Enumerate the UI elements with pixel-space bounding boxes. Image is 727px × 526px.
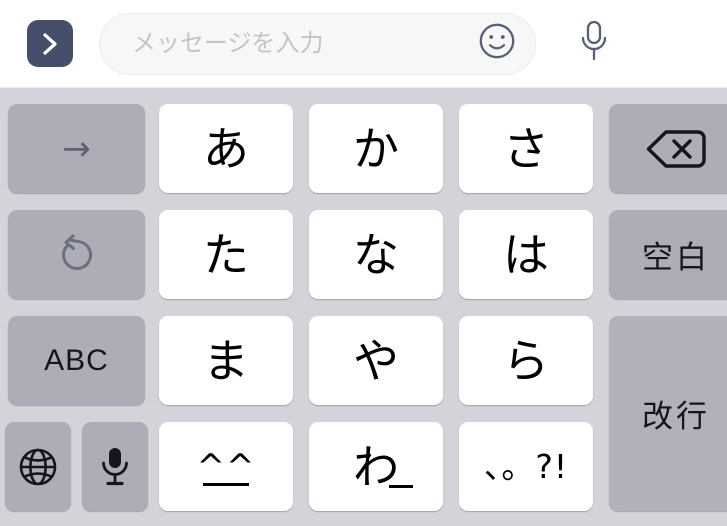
smiley-face-icon	[477, 21, 517, 66]
globe-icon	[16, 445, 60, 489]
kaomoji-carets: ^^	[196, 446, 256, 487]
kana-key-label: た	[203, 227, 249, 282]
kana-key-label: さ	[503, 121, 549, 176]
kana-key-label: は	[503, 227, 549, 282]
kaomoji-key-label: ^^	[196, 446, 256, 487]
delete-backspace-icon	[645, 127, 707, 171]
kana-key-label: ら	[503, 333, 549, 388]
kana-key-ka[interactable]: か	[309, 104, 443, 193]
kana-key-a[interactable]: あ	[159, 104, 293, 193]
kana-key-wa[interactable]: わ	[309, 422, 443, 511]
keyboard-screen: → あ か さ	[0, 0, 727, 526]
punctuation-key[interactable]: 、。?!	[459, 422, 593, 511]
message-input-wrap	[99, 12, 536, 75]
kana-key-label: あ	[203, 121, 249, 176]
kana-key-ma[interactable]: ま	[159, 316, 293, 405]
kana-key-sa[interactable]: さ	[459, 104, 593, 193]
microphone-icon	[577, 18, 611, 69]
globe-key[interactable]	[5, 422, 71, 511]
chevron-right-icon	[40, 31, 60, 57]
kana-key-label: や	[353, 333, 399, 388]
microphone-icon	[97, 444, 133, 490]
emoji-button[interactable]	[477, 21, 517, 66]
dictation-key[interactable]	[82, 422, 148, 511]
arrow-right-icon: →	[62, 128, 91, 169]
japanese-kana-keyboard: → あ か さ た な は 空白 ABC ま や ら 改行 ^^ わ 、。?!	[0, 88, 727, 526]
message-compose-bar	[0, 0, 727, 88]
kana-key-ta[interactable]: た	[159, 210, 293, 299]
kana-key-ha[interactable]: は	[459, 210, 593, 299]
kana-key-label: ま	[203, 333, 249, 388]
kana-key-wa-group: わ	[353, 444, 413, 490]
space-key-label: 空白	[642, 240, 710, 276]
return-key[interactable]: 改行	[609, 316, 727, 511]
undo-key[interactable]	[8, 210, 145, 299]
send-button[interactable]	[27, 20, 73, 67]
cursor-right-key[interactable]: →	[8, 104, 145, 193]
kana-key-label: な	[353, 227, 399, 282]
kaomoji-key[interactable]: ^^	[159, 422, 293, 511]
punctuation-key-label: 、。?!	[483, 447, 569, 486]
abc-key-label: ABC	[44, 343, 109, 377]
message-input[interactable]	[99, 12, 536, 75]
kaomoji-underline	[202, 482, 250, 486]
undo-arrow-icon	[53, 231, 101, 279]
abc-key[interactable]: ABC	[8, 316, 145, 405]
kana-key-wa-underscore	[389, 484, 413, 488]
delete-key[interactable]	[609, 104, 727, 193]
voice-input-button[interactable]	[572, 19, 616, 69]
kana-key-ra[interactable]: ら	[459, 316, 593, 405]
kana-key-na[interactable]: な	[309, 210, 443, 299]
kana-key-label: か	[353, 121, 399, 176]
kana-key-ya[interactable]: や	[309, 316, 443, 405]
space-key[interactable]: 空白	[609, 210, 727, 299]
return-key-label: 改行	[642, 399, 710, 435]
